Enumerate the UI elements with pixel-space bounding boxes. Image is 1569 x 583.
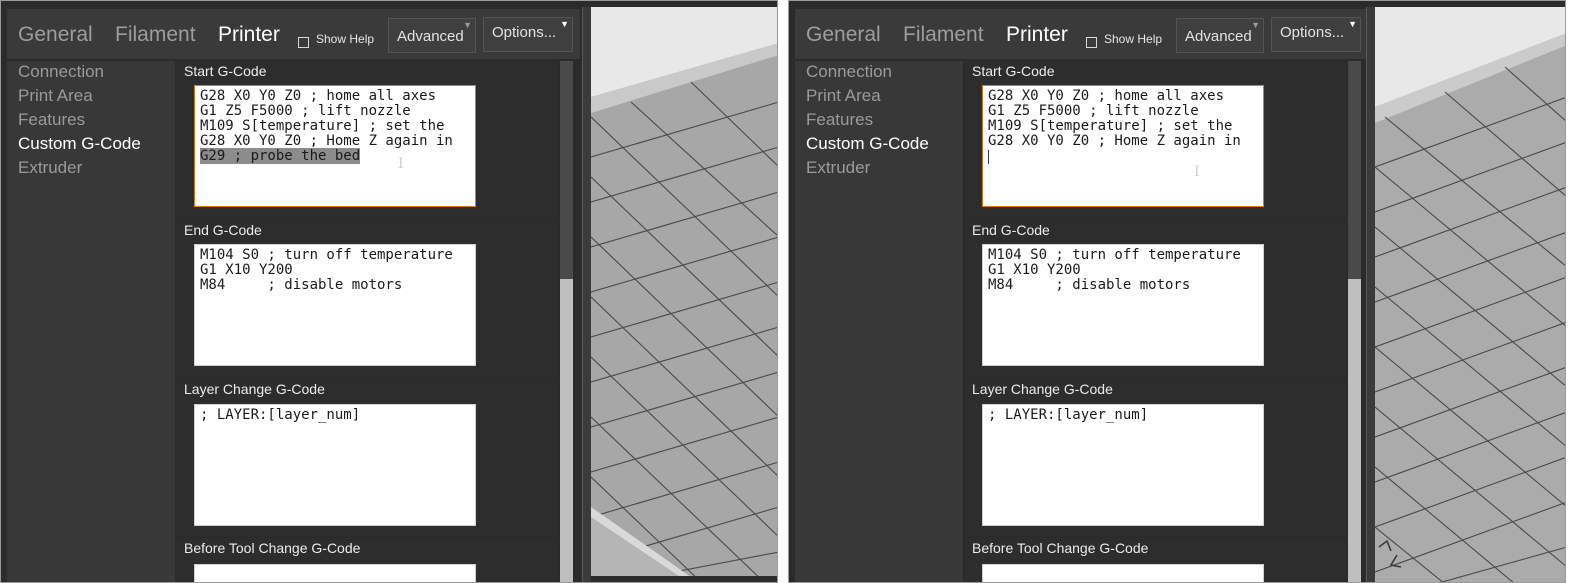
- code-line: ; LAYER:[layer_num]: [200, 407, 361, 423]
- settings-scrollbar[interactable]: [560, 61, 573, 582]
- 3d-build-plate-view[interactable]: [591, 7, 777, 582]
- selected-code-line: G29 ; probe the bed: [195, 148, 475, 164]
- start-gcode-editor[interactable]: G28 X0 Y0 Z0 ; home all axes G1 Z5 F5000…: [194, 85, 476, 207]
- start-gcode-section: Start G-Code G28 X0 Y0 Z0 ; home all axe…: [177, 61, 558, 218]
- dropdown-arrow-icon: ▼: [1348, 19, 1357, 29]
- mode-dropdown[interactable]: Advanced ▼: [388, 18, 476, 53]
- tab-filament[interactable]: Filament: [115, 23, 196, 47]
- build-plate-grid: [1375, 33, 1565, 582]
- scrollbar-thumb[interactable]: [1348, 279, 1361, 582]
- tab-printer[interactable]: Printer: [1006, 23, 1068, 47]
- sidebar-item-extruder[interactable]: Extruder: [806, 158, 870, 178]
- tab-general[interactable]: General: [806, 23, 881, 47]
- printer-settings-sidebar: Connection Print Area Features Custom G-…: [795, 61, 963, 582]
- code-line: G28 X0 Y0 Z0 ; Home Z again in: [988, 133, 1241, 149]
- before-tool-change-gcode-section: Before Tool Change G-Code: [177, 538, 558, 582]
- text-cursor-icon: I: [398, 156, 404, 172]
- layer-change-gcode-section: Layer Change G-Code ; LAYER:[layer_num]: [177, 379, 558, 536]
- screenshot-before: General Filament Printer Show Help Advan…: [0, 0, 778, 583]
- text-cursor-icon: I: [1194, 164, 1200, 180]
- tab-filament[interactable]: Filament: [903, 23, 984, 47]
- before-tool-change-gcode-editor[interactable]: [982, 564, 1264, 582]
- code-line: M109 S[temperature] ; set the: [988, 118, 1233, 134]
- panel-splitter[interactable]: [1366, 7, 1375, 582]
- layer-change-gcode-section: Layer Change G-Code ; LAYER:[layer_num]: [965, 379, 1346, 536]
- sidebar-item-custom-gcode[interactable]: Custom G-Code: [18, 134, 141, 154]
- viewport-bottom-bar: [591, 576, 777, 582]
- code-line: M104 S0 ; turn off temperature: [200, 247, 453, 263]
- options-button-label: Options...: [1280, 24, 1345, 41]
- show-help-checkbox[interactable]: [298, 37, 309, 48]
- end-gcode-label: End G-Code: [972, 222, 1050, 238]
- code-line: G1 X10 Y200: [200, 262, 293, 278]
- tab-general[interactable]: General: [18, 23, 93, 47]
- mode-dropdown[interactable]: Advanced ▼: [1176, 18, 1264, 53]
- before-tool-change-gcode-label: Before Tool Change G-Code: [184, 540, 361, 556]
- layer-change-gcode-label: Layer Change G-Code: [184, 381, 325, 397]
- custom-gcode-panel: Start G-Code G28 X0 Y0 Z0 ; home all axe…: [965, 61, 1346, 582]
- end-gcode-section: End G-Code M104 S0 ; turn off temperatur…: [177, 220, 558, 377]
- options-button[interactable]: Options... ▼: [1271, 17, 1361, 52]
- build-plate-grid: [591, 43, 777, 582]
- sidebar-item-print-area[interactable]: Print Area: [806, 86, 881, 106]
- scrollbar-thumb[interactable]: [560, 279, 573, 582]
- text-caret: [988, 150, 989, 164]
- code-line: G1 Z5 F5000 ; lift nozzle: [988, 103, 1199, 119]
- settings-scrollbar[interactable]: [1348, 61, 1361, 582]
- code-line: G1 Z5 F5000 ; lift nozzle: [200, 103, 411, 119]
- code-line: M104 S0 ; turn off temperature: [988, 247, 1241, 263]
- tab-printer[interactable]: Printer: [218, 23, 280, 47]
- sidebar-item-custom-gcode[interactable]: Custom G-Code: [806, 134, 929, 154]
- before-tool-change-gcode-editor[interactable]: [194, 564, 476, 582]
- screenshot-after: General Filament Printer Show Help Advan…: [788, 0, 1566, 583]
- start-gcode-editor[interactable]: G28 X0 Y0 Z0 ; home all axes G1 Z5 F5000…: [982, 85, 1264, 207]
- show-help-checkbox[interactable]: [1086, 37, 1097, 48]
- 3d-build-plate-view[interactable]: [1375, 7, 1565, 582]
- mode-dropdown-label: Advanced: [1185, 28, 1252, 45]
- code-line: G28 X0 Y0 Z0 ; Home Z again in: [200, 133, 453, 149]
- options-button[interactable]: Options... ▼: [483, 17, 573, 52]
- show-help-label: Show Help: [316, 32, 375, 46]
- custom-gcode-panel: Start G-Code G28 X0 Y0 Z0 ; home all axe…: [177, 61, 558, 582]
- panel-splitter[interactable]: [582, 7, 591, 582]
- show-help-label: Show Help: [1104, 32, 1163, 46]
- options-button-label: Options...: [492, 24, 557, 41]
- code-line: G1 X10 Y200: [988, 262, 1081, 278]
- start-gcode-section: Start G-Code G28 X0 Y0 Z0 ; home all axe…: [965, 61, 1346, 218]
- code-line: ; LAYER:[layer_num]: [988, 407, 1149, 423]
- start-gcode-label: Start G-Code: [184, 63, 267, 79]
- sidebar-item-features[interactable]: Features: [18, 110, 85, 130]
- sidebar-item-connection[interactable]: Connection: [18, 62, 104, 82]
- dropdown-arrow-icon: ▼: [1251, 20, 1260, 30]
- settings-tab-bar: General Filament Printer Show Help Advan…: [795, 9, 1368, 59]
- settings-tab-bar: General Filament Printer Show Help Advan…: [7, 9, 580, 59]
- mode-dropdown-label: Advanced: [397, 28, 464, 45]
- layer-change-gcode-editor[interactable]: ; LAYER:[layer_num]: [982, 404, 1264, 526]
- sidebar-item-extruder[interactable]: Extruder: [18, 158, 82, 178]
- before-tool-change-gcode-section: Before Tool Change G-Code: [965, 538, 1346, 582]
- end-gcode-section: End G-Code M104 S0 ; turn off temperatur…: [965, 220, 1346, 377]
- printer-settings-sidebar: Connection Print Area Features Custom G-…: [7, 61, 175, 582]
- sidebar-item-print-area[interactable]: Print Area: [18, 86, 93, 106]
- layer-change-gcode-editor[interactable]: ; LAYER:[layer_num]: [194, 404, 476, 526]
- code-line: M84 ; disable motors: [200, 277, 403, 293]
- dropdown-arrow-icon: ▼: [560, 19, 569, 29]
- code-line: G28 X0 Y0 Z0 ; home all axes: [988, 88, 1225, 104]
- end-gcode-editor[interactable]: M104 S0 ; turn off temperature G1 X10 Y2…: [194, 244, 476, 366]
- end-gcode-editor[interactable]: M104 S0 ; turn off temperature G1 X10 Y2…: [982, 244, 1264, 366]
- code-line: M84 ; disable motors: [988, 277, 1191, 293]
- layer-change-gcode-label: Layer Change G-Code: [972, 381, 1113, 397]
- before-tool-change-gcode-label: Before Tool Change G-Code: [972, 540, 1149, 556]
- sidebar-item-connection[interactable]: Connection: [806, 62, 892, 82]
- sidebar-item-features[interactable]: Features: [806, 110, 873, 130]
- code-line: G28 X0 Y0 Z0 ; home all axes: [200, 88, 437, 104]
- start-gcode-label: Start G-Code: [972, 63, 1055, 79]
- dropdown-arrow-icon: ▼: [463, 20, 472, 30]
- code-line: M109 S[temperature] ; set the: [200, 118, 445, 134]
- end-gcode-label: End G-Code: [184, 222, 262, 238]
- text-selection: G29 ; probe the bed: [200, 148, 361, 164]
